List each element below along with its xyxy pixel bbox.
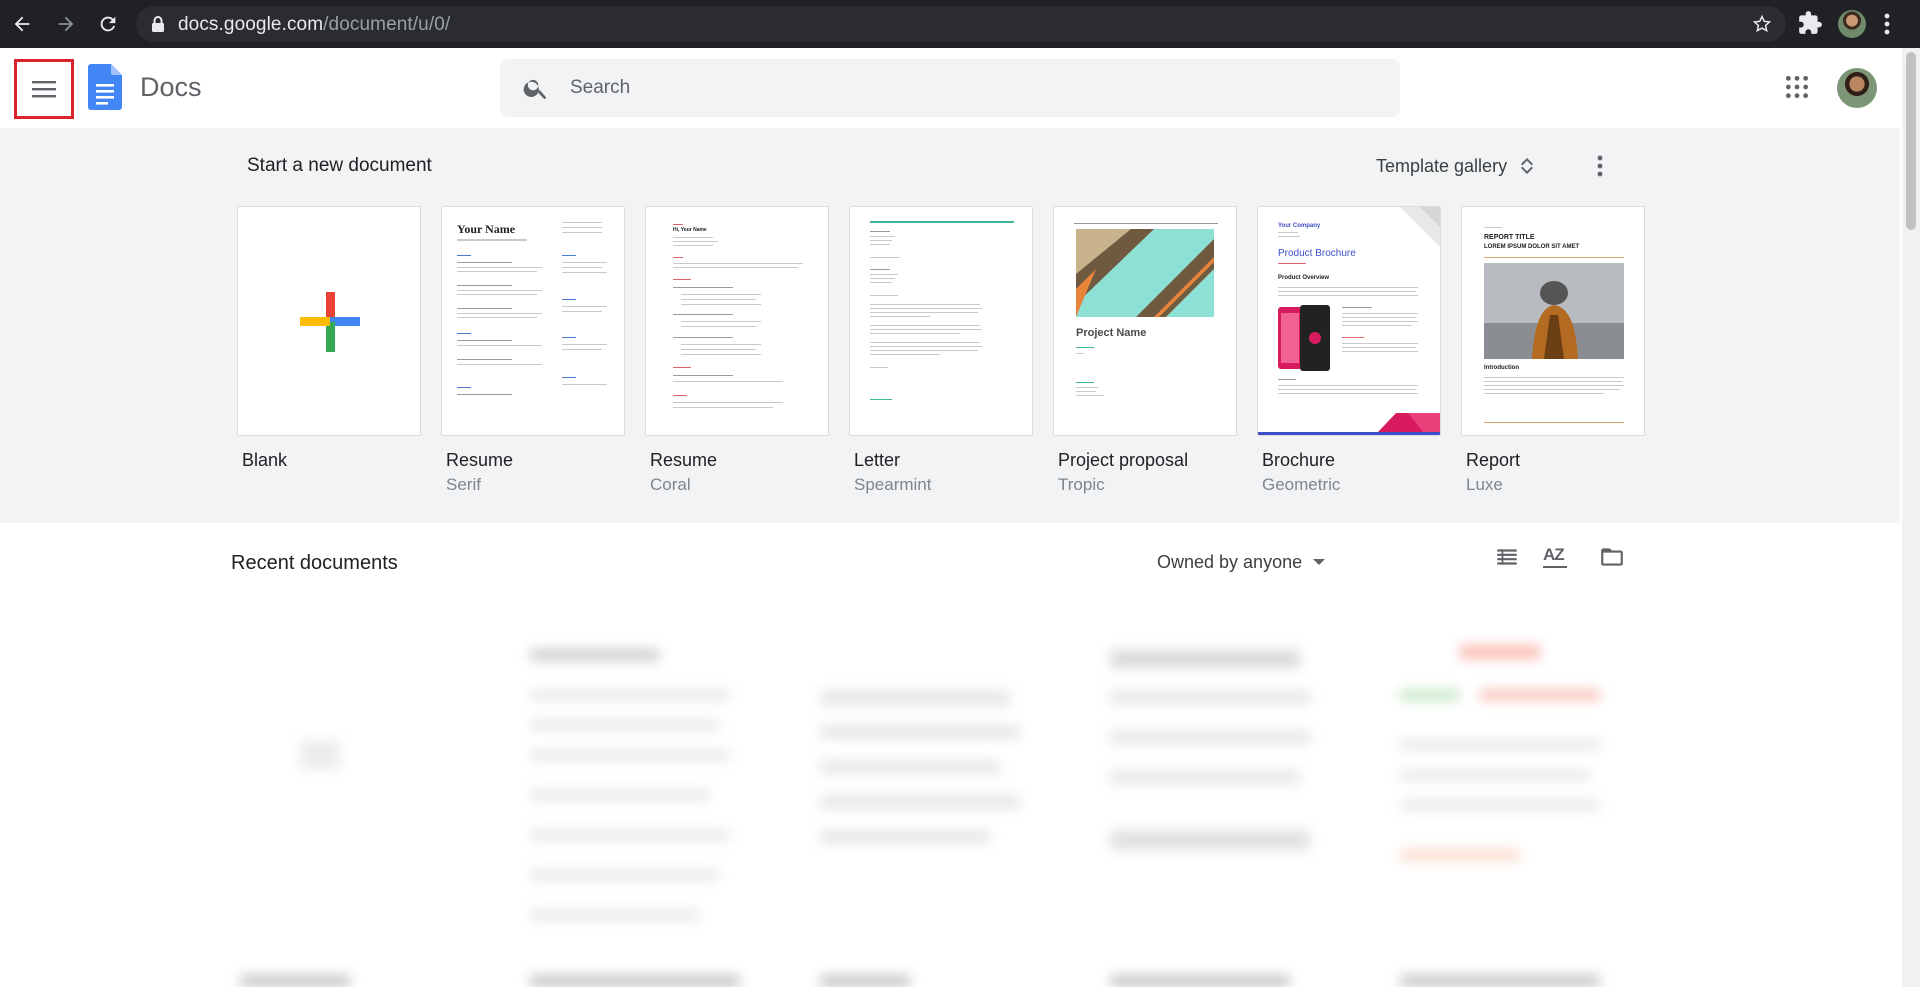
search-bar[interactable] <box>500 59 1400 117</box>
template-name: Report <box>1466 450 1521 470</box>
browser-profile-avatar[interactable] <box>1838 10 1866 38</box>
template-thumbnail[interactable]: Hi, Your Name <box>645 206 829 436</box>
template-thumbnail[interactable] <box>849 206 1033 436</box>
search-input[interactable] <box>570 59 1370 117</box>
reload-icon <box>100 16 116 32</box>
owner-filter-label: Owned by anyone <box>1157 551 1303 572</box>
template-gallery-button[interactable]: Template gallery <box>1376 146 1537 186</box>
lock-icon <box>152 16 164 32</box>
template-letter-spearmint[interactable]: Letter Spearmint <box>849 206 1033 495</box>
template-gallery-label: Template gallery <box>1376 155 1508 176</box>
thumb-subheading: Product Overview <box>1278 275 1330 281</box>
template-name: Resume <box>650 450 718 470</box>
thumb-label: REPORT TITLE <box>1484 234 1535 241</box>
recent-document-card[interactable] <box>1400 630 1620 987</box>
recent-document-card[interactable] <box>1110 630 1330 987</box>
plus-icon <box>300 292 360 352</box>
search-icon[interactable] <box>522 74 550 102</box>
template-subtitle: Coral <box>650 475 691 494</box>
sort-az-label: AZ <box>1543 545 1565 564</box>
brochure-corner-art <box>1400 207 1440 247</box>
star-icon[interactable] <box>1752 14 1772 34</box>
phone-image <box>1278 305 1330 371</box>
caret-down-icon <box>1313 559 1326 565</box>
account-avatar[interactable] <box>1837 68 1877 108</box>
start-new-document-section: Start a new document Template gallery Bl… <box>0 128 1900 523</box>
template-subtitle: Luxe <box>1466 475 1503 494</box>
address-bar[interactable]: docs.google.com/document/u/0/ <box>136 6 1786 42</box>
template-resume-coral[interactable]: Hi, Your Name Resume Coral <box>645 206 829 495</box>
apps-grid-icon[interactable] <box>1784 74 1810 100</box>
thumb-heading: Hi, Your Name <box>673 227 707 233</box>
tropic-art <box>1076 229 1214 317</box>
scrollbar-thumb[interactable] <box>1906 52 1916 230</box>
forward-button[interactable] <box>50 8 82 40</box>
docs-logo-icon[interactable] <box>88 64 122 110</box>
template-subtitle: Geometric <box>1262 475 1341 494</box>
thumb-heading: Project Name <box>1076 327 1147 339</box>
docs-header: Docs <box>0 48 1900 128</box>
thumb-heading: Your Name <box>457 222 516 236</box>
brochure-footer-art <box>1258 413 1440 435</box>
template-name: Project proposal <box>1058 450 1189 470</box>
main-menu-button[interactable] <box>14 59 74 119</box>
recent-document-card[interactable] <box>820 630 1040 987</box>
template-brochure-geometric[interactable]: Your Company Product Brochure Product Ov… <box>1257 206 1441 495</box>
back-icon <box>14 16 30 32</box>
app-title[interactable]: Docs <box>140 72 202 103</box>
template-name: Resume <box>446 450 514 470</box>
recent-document-card[interactable] <box>240 630 460 987</box>
reload-button[interactable] <box>92 8 124 40</box>
template-thumbnail[interactable]: REPORT TITLE LOREM IPSUM DOLOR SIT AMET … <box>1461 206 1645 436</box>
template-blank[interactable]: Blank <box>237 206 421 475</box>
template-thumbnail[interactable]: Your Company Product Brochure Product Ov… <box>1257 206 1441 436</box>
template-name: Letter <box>854 450 901 470</box>
browser-toolbar: docs.google.com/document/u/0/ <box>0 0 1920 48</box>
template-report-luxe[interactable]: REPORT TITLE LOREM IPSUM DOLOR SIT AMET … <box>1461 206 1645 495</box>
extensions-icon[interactable] <box>1797 10 1823 36</box>
template-subtitle: Serif <box>446 475 481 494</box>
forward-icon <box>58 16 74 32</box>
section-title: Start a new document <box>247 155 432 176</box>
sort-az-icon[interactable]: AZ <box>1543 545 1567 568</box>
more-options-icon[interactable] <box>1588 152 1612 180</box>
template-resume-serif[interactable]: Your Name Resume Serif <box>441 206 625 495</box>
owner-filter-dropdown[interactable]: Owned by anyone <box>1157 546 1326 578</box>
url-text: docs.google.com/document/u/0/ <box>178 14 451 35</box>
hamburger-menu-icon <box>32 81 56 98</box>
thumb-heading: Product Brochure <box>1278 248 1356 259</box>
template-thumbnail[interactable]: Project Name <box>1053 206 1237 436</box>
recent-document-card[interactable] <box>530 630 750 987</box>
template-thumbnail[interactable] <box>237 206 421 436</box>
kebab-menu-icon[interactable] <box>1880 10 1894 38</box>
template-project-proposal-tropic[interactable]: Project Name Project proposal Tropic <box>1053 206 1237 495</box>
list-view-icon[interactable] <box>1494 544 1520 570</box>
template-thumbnail[interactable]: Your Name <box>441 206 625 436</box>
folder-icon[interactable] <box>1598 544 1626 570</box>
thumb-subheading: Introduction <box>1484 365 1519 371</box>
template-subtitle: Tropic <box>1058 475 1105 494</box>
report-photo <box>1484 263 1624 359</box>
thumb-company: Your Company <box>1278 223 1321 229</box>
recent-documents-title: Recent documents <box>231 552 398 574</box>
thumb-heading: LOREM IPSUM DOLOR SIT AMET <box>1484 244 1580 250</box>
back-button[interactable] <box>6 8 38 40</box>
template-name: Brochure <box>1262 450 1336 470</box>
template-name: Blank <box>242 450 288 470</box>
page-scrollbar[interactable] <box>1902 48 1920 987</box>
recent-documents-grid <box>240 620 1640 987</box>
template-subtitle: Spearmint <box>854 475 932 494</box>
unfold-icon <box>1521 158 1534 174</box>
